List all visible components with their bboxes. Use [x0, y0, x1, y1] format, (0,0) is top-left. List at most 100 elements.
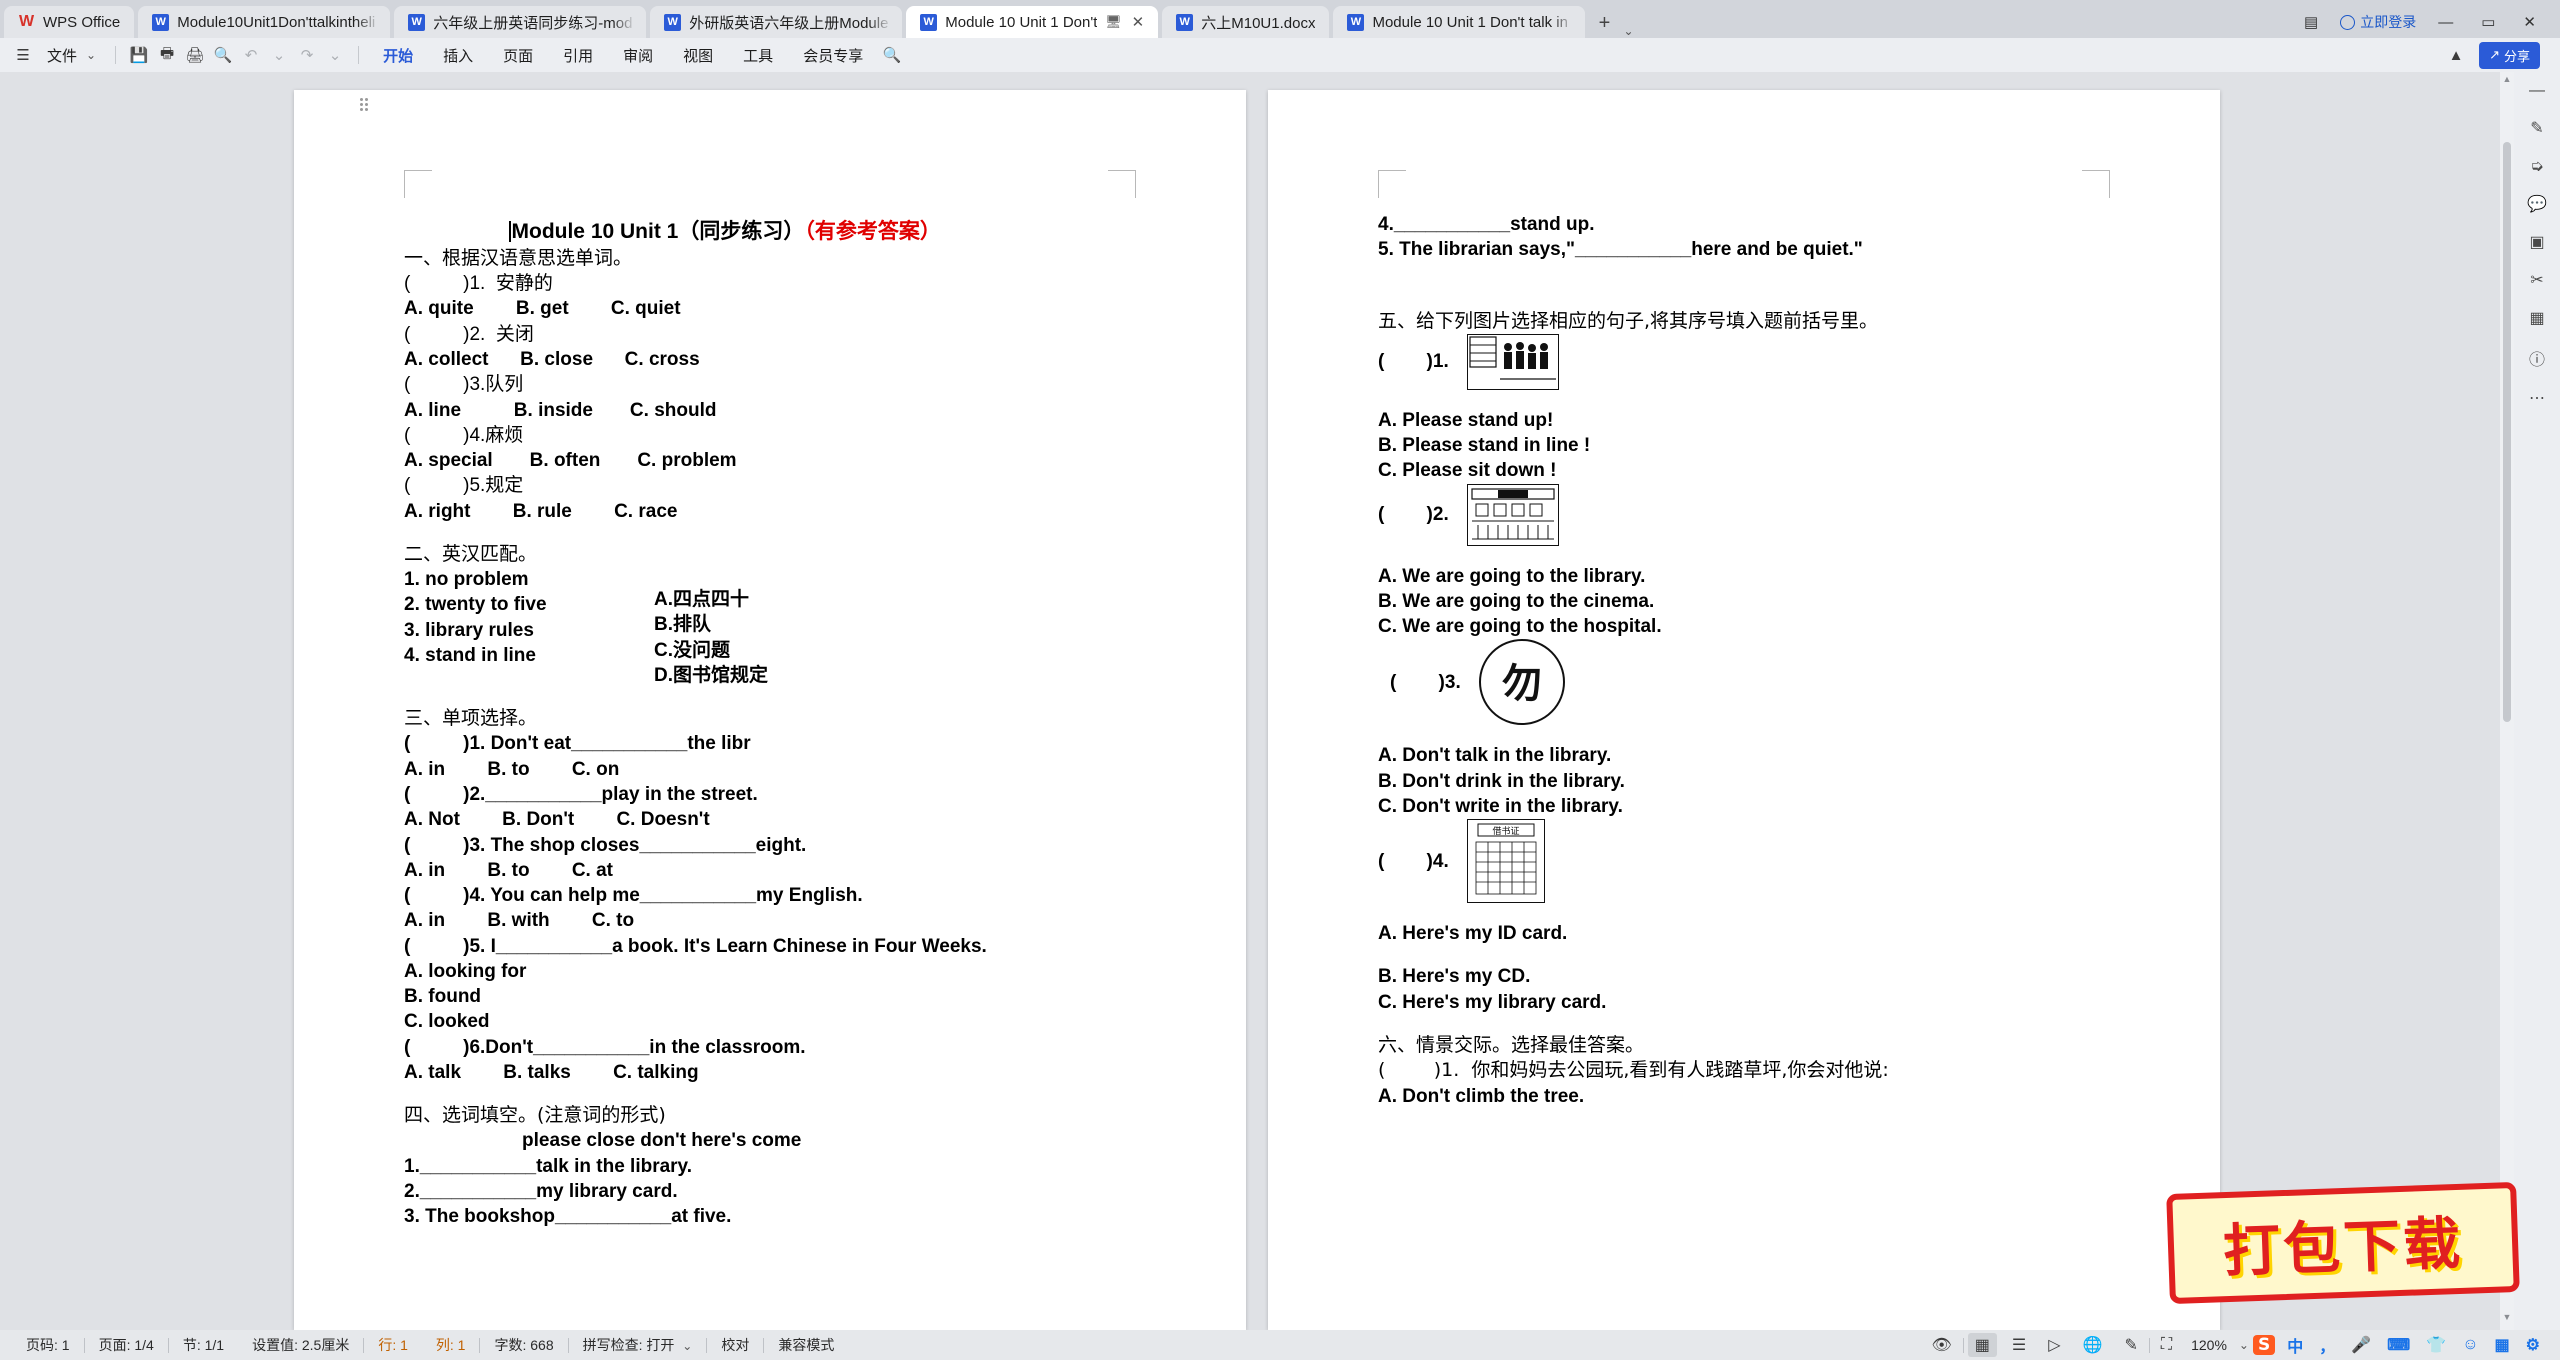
comment-icon[interactable]: 💬 [2527, 194, 2547, 214]
document-body-left[interactable]: Module 10 Unit 1（同步练习）（有参考答案） 一、根据汉语意思选单… [294, 90, 1246, 1229]
status-word-count[interactable]: 字数: 668 [480, 1335, 567, 1355]
tab-document-1[interactable]: W Module10Unit1Don'ttalkinthelibrar [138, 6, 391, 38]
ribbon-tab-member[interactable]: 会员专享 [789, 41, 877, 70]
section-1-q5-options: A. right B. rule C. race [404, 500, 678, 522]
ribbon-tab-reference[interactable]: 引用 [549, 41, 607, 70]
web-view-icon[interactable]: 🌐 [2072, 1335, 2114, 1355]
status-spellcheck-label: 拼写检查: 打开 [582, 1337, 675, 1353]
section-3-q5-option-a: A. looking for [404, 960, 527, 982]
ribbon-tab-view[interactable]: 视图 [669, 41, 727, 70]
more-caret-icon[interactable]: ⌄ [322, 46, 348, 64]
hamburger-icon[interactable]: ☰ [10, 46, 36, 64]
collapse-icon[interactable]: — [2529, 82, 2545, 100]
share-button[interactable]: ↗ 分享 [2479, 41, 2540, 69]
zoom-level-label[interactable]: 120% [2183, 1337, 2235, 1353]
undo-icon[interactable]: ↶ [238, 46, 264, 64]
ribbon-tab-tools[interactable]: 工具 [729, 41, 787, 70]
tab-document-5[interactable]: W 六上M10U1.docx [1162, 6, 1330, 38]
file-menu-button[interactable]: 文件 ⌄ [38, 41, 105, 70]
status-page-count[interactable]: 页面: 1/4 [85, 1335, 168, 1355]
status-spellcheck[interactable]: 拼写检查: 打开 ⌄ [569, 1335, 707, 1355]
chevron-down-icon[interactable]: ⌄ [2239, 1338, 2249, 1352]
table-icon[interactable]: ▦ [2529, 308, 2544, 328]
section-2-left-1: 1. no problem [404, 569, 529, 591]
document-page-left[interactable]: Module 10 Unit 1（同步练习）（有参考答案） 一、根据汉语意思选单… [294, 90, 1246, 1330]
ribbon-tab-insert[interactable]: 插入 [429, 41, 487, 70]
section-5-q3-option-a: A. Don't talk in the library. [1378, 745, 1612, 767]
scrollbar-thumb[interactable] [2503, 142, 2511, 722]
chinese-mode-icon[interactable]: 中 [2279, 1333, 2311, 1357]
scroll-up-arrow-icon[interactable]: ▲ [2500, 74, 2514, 90]
outline-view-icon[interactable]: ☰ [2001, 1335, 2037, 1355]
pen-icon[interactable]: ✎ [2113, 1335, 2148, 1355]
print-preview-icon[interactable]: 🔍 [210, 46, 236, 64]
ribbon-tab-review[interactable]: 审阅 [609, 41, 667, 70]
status-section[interactable]: 节: 1/1 [169, 1335, 238, 1355]
more-icon[interactable]: ⋯ [2529, 388, 2545, 408]
scissors-icon[interactable]: ✂ [2530, 270, 2543, 290]
keyboard-icon[interactable]: ⌨ [2379, 1335, 2418, 1355]
new-tab-button[interactable]: + [1589, 8, 1619, 38]
status-row[interactable]: 行: 1 [364, 1335, 422, 1355]
ribbon-tab-start[interactable]: 开始 [369, 41, 427, 76]
menu-bar: ☰ 文件 ⌄ 💾 🖶 🖨 🔍 ↶ ⌄ ↷ ⌄ 开始 插入 页面 引用 审阅 视图… [0, 38, 2560, 76]
undo-caret-icon[interactable]: ⌄ [266, 46, 292, 64]
search-icon[interactable]: 🔍 [879, 46, 905, 64]
tab-document-6[interactable]: W Module 10 Unit 1 Don't talk in the [1333, 6, 1586, 38]
scroll-down-arrow-icon[interactable]: ▼ [2500, 1312, 2514, 1328]
print-icon[interactable]: 🖨 [182, 46, 208, 64]
sogou-logo-icon[interactable]: S [2252, 1335, 2276, 1355]
skin-icon[interactable]: 👕 [2418, 1335, 2454, 1355]
status-margin-value[interactable]: 设置值: 2.5厘米 [238, 1335, 363, 1355]
ribbon-tab-page[interactable]: 页面 [489, 41, 547, 70]
status-bar: 页码: 1 页面: 1/4 节: 1/1 设置值: 2.5厘米 行: 1 列: … [0, 1330, 2560, 1360]
monitor-icon[interactable]: 🖥 [1105, 14, 1122, 30]
tab-document-4-active[interactable]: W Module 10 Unit 1 Don't talk 🖥 ✕ [906, 6, 1159, 38]
apps-icon[interactable]: ▦ [2487, 1335, 2518, 1355]
play-icon[interactable]: ▷ [2037, 1335, 2071, 1355]
tab-document-2[interactable]: W 六年级上册英语同步练习-module 10 [394, 6, 647, 38]
status-proofread[interactable]: 校对 [707, 1335, 763, 1355]
print-direct-icon[interactable]: 🖶 [154, 43, 180, 68]
microphone-icon[interactable]: 🎤 [2343, 1335, 2379, 1355]
close-icon[interactable]: ✕ [1132, 15, 1145, 30]
paragraph-drag-handle[interactable] [360, 98, 370, 112]
vertical-scrollbar[interactable]: ▲ ▼ [2500, 72, 2514, 1330]
emoji-icon[interactable]: ☺ [2454, 1336, 2486, 1354]
status-column[interactable]: 列: 1 [422, 1335, 480, 1355]
sidebar-toggle-icon[interactable]: ▤ [2298, 13, 2324, 31]
section-5-q1-option-c: C. Please sit down ! [1378, 460, 1557, 482]
minimize-button[interactable]: — [2432, 14, 2459, 31]
fullscreen-icon[interactable]: ⛶ [2150, 1336, 2183, 1354]
document-page-right[interactable]: 4.___________stand up. 5. The librarian … [1268, 90, 2220, 1330]
tab-home[interactable]: W WPS Office [4, 6, 135, 38]
section-1-q4: ( )4.麻烦 [404, 424, 524, 446]
punctuation-icon[interactable]: ， [2311, 1333, 2343, 1357]
collapse-ribbon-icon[interactable]: ▲ [2443, 47, 2469, 64]
cursor-select-icon[interactable]: ➭ [2530, 156, 2543, 176]
margin-corner-icon [404, 170, 432, 198]
close-button[interactable]: ✕ [2517, 13, 2542, 31]
tab-document-3[interactable]: W 外研版英语六年级上册Module 10 分 [650, 6, 903, 38]
help-icon[interactable]: ⓘ [2529, 346, 2545, 370]
status-compat-mode[interactable]: 兼容模式 [764, 1335, 848, 1355]
page-view-icon[interactable]: ▦ [1967, 1333, 1997, 1357]
pen-edit-icon[interactable]: ✎ [2530, 118, 2543, 138]
login-button[interactable]: 立即登录 [2340, 12, 2416, 32]
status-bar-right: 👁 ▦ ☰ ▷ 🌐 ✎ ⛶ 120% ⌄ S 中 ， 🎤 ⌨ 👕 ☺ ▦ ⚙ [1920, 1333, 2548, 1357]
document-body-right[interactable]: 4.___________stand up. 5. The librarian … [1268, 90, 2220, 1109]
shapes-icon[interactable]: ▣ [2529, 232, 2544, 252]
status-page-number[interactable]: 页码: 1 [12, 1335, 84, 1355]
settings-icon[interactable]: ⚙ [2518, 1335, 2548, 1355]
section-4-wordbank: please close don't here's come [522, 1130, 802, 1152]
tab-label: Module 10 Unit 1 Don't talk [945, 13, 1098, 31]
maximize-button[interactable]: ▭ [2475, 13, 2501, 31]
redo-icon[interactable]: ↷ [294, 46, 320, 64]
eye-icon[interactable]: 👁 [1920, 1335, 1962, 1355]
save-icon[interactable]: 💾 [126, 46, 152, 64]
section-4-heading: 四、选词填空。(注意词的形式) [404, 1104, 666, 1127]
section-3-q5-option-b: B. found [404, 986, 482, 1008]
chevron-down-icon[interactable]: ⌄ [1623, 24, 1633, 38]
